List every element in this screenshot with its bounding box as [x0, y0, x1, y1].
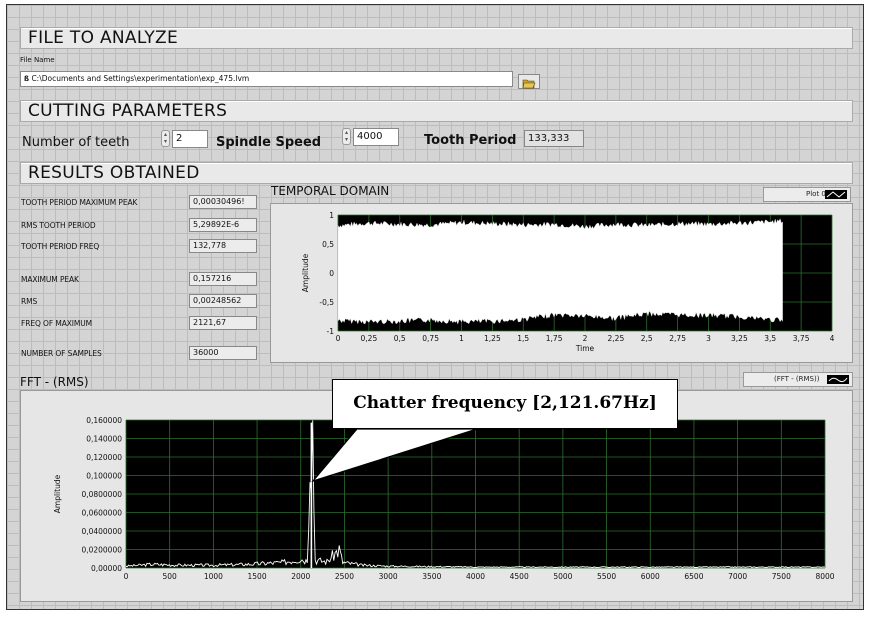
x-tick-label: 5000	[553, 572, 572, 581]
x-tick-label: 3500	[422, 572, 441, 581]
result-label: RMS TOOTH PERIOD	[21, 221, 96, 230]
labview-front-panel: FILE TO ANALYZE File Name ß C:\Documents…	[6, 4, 864, 610]
section-file-to-analyze: FILE TO ANALYZE	[20, 27, 853, 49]
x-tick-label: 0	[336, 334, 341, 343]
x-tick-label: 6500	[684, 572, 703, 581]
x-tick-label: 2000	[291, 572, 310, 581]
line-style-icon	[827, 375, 849, 384]
file-name-label: File Name	[20, 56, 55, 64]
y-tick-label: 0,120000	[86, 453, 122, 462]
x-tick-label: 2,75	[669, 334, 686, 343]
result-label: TOOTH PERIOD MAXIMUM PEAK	[21, 198, 138, 207]
x-tick-label: 3,75	[793, 334, 810, 343]
x-tick-label: 0,75	[422, 334, 439, 343]
y-axis-label: Amplitude	[53, 474, 62, 513]
x-tick-label: 4	[830, 334, 835, 343]
x-tick-label: 1000	[204, 572, 223, 581]
y-tick-label: 0,0400000	[81, 527, 122, 536]
result-label: TOOTH PERIOD FREQ	[21, 242, 100, 251]
result-label: MAXIMUM PEAK	[21, 275, 79, 284]
browse-button[interactable]	[518, 74, 540, 89]
fft-title: FFT - (RMS)	[20, 375, 89, 389]
y-tick-label: 0,100000	[86, 472, 122, 481]
section-cutting-parameters: CUTTING PARAMETERS	[20, 100, 853, 122]
x-tick-label: 1,75	[546, 334, 563, 343]
signal-envelope	[337, 218, 783, 325]
x-tick-label: 7500	[772, 572, 791, 581]
x-tick-label: 4000	[466, 572, 485, 581]
y-tick-label: 0,0800000	[81, 490, 122, 499]
y-tick-label: 0	[329, 269, 334, 278]
x-tick-label: 8000	[815, 572, 834, 581]
x-tick-label: 2,5	[641, 334, 653, 343]
x-tick-label: 3000	[379, 572, 398, 581]
x-tick-label: 0	[124, 572, 129, 581]
file-path-value: C:\Documents and Settings\experimentatio…	[31, 74, 250, 83]
spindle-speed-input[interactable]: 4000	[353, 128, 399, 146]
x-axis-label: Time	[575, 344, 595, 353]
tooth-period-label: Tooth Period	[424, 133, 517, 148]
result-label: FREQ OF MAXIMUM	[21, 319, 93, 328]
x-tick-label: 2500	[335, 572, 354, 581]
result-value: 36000	[189, 346, 257, 360]
y-axis-label: Amplitude	[301, 253, 310, 292]
x-tick-label: 2	[583, 334, 588, 343]
tooth-period-value: 133,333	[524, 130, 584, 147]
x-tick-label: 500	[163, 572, 178, 581]
folder-open-icon	[522, 79, 536, 89]
y-tick-label: 0,5	[322, 240, 334, 249]
chatter-frequency-callout: Chatter frequency [2,121.67Hz]	[332, 379, 678, 429]
number-of-teeth-label: Number of teeth	[22, 135, 130, 150]
result-label: RMS	[21, 297, 38, 306]
x-tick-label: 1	[459, 334, 464, 343]
y-tick-label: 0,0600000	[81, 509, 122, 518]
x-tick-label: 1,5	[517, 334, 529, 343]
section-results-obtained: RESULTS OBTAINED	[20, 162, 853, 184]
x-tick-label: 1500	[248, 572, 267, 581]
temporal-domain-chart: 0 0,25 0,5 0,75 1 1,25 1,5 1,75 2 2,25 2,5 2,75 3 3,2…	[301, 211, 835, 353]
y-tick-label: 1	[329, 211, 334, 220]
x-tick-label: 3,25	[731, 334, 748, 343]
result-value: 5,29892E-6	[189, 218, 257, 232]
teeth-increment-decrement[interactable]: ▴ ▾	[161, 130, 170, 147]
result-value: 0,00248562	[189, 294, 257, 308]
y-tick-label: -1	[327, 327, 335, 336]
y-tick-label: 0,00000	[91, 564, 122, 573]
x-tick-label: 3	[706, 334, 711, 343]
x-tick-label: 2,25	[608, 334, 625, 343]
temporal-domain-title: TEMPORAL DOMAIN	[271, 184, 390, 198]
y-tick-label: 0,140000	[86, 435, 122, 444]
temporal-legend[interactable]: Plot 0	[763, 187, 851, 202]
path-type-icon: ß	[24, 75, 30, 83]
x-tick-label: 0,5	[394, 334, 406, 343]
fft-legend-label: (FFT - (RMS))	[774, 375, 820, 383]
y-tick-label: 0,0200000	[81, 546, 122, 555]
x-tick-label: 6000	[641, 572, 660, 581]
spindle-speed-label: Spindle Speed	[216, 135, 322, 150]
callout-pointer	[311, 428, 478, 483]
result-value: 0,00030496!	[189, 195, 257, 209]
file-path-input[interactable]: ß C:\Documents and Settings\experimentat…	[20, 71, 513, 87]
number-of-teeth-input[interactable]: 2	[172, 130, 208, 148]
y-tick-label: 0,160000	[86, 416, 122, 425]
result-value: 0,157216	[189, 272, 257, 286]
line-style-icon	[825, 190, 847, 199]
x-tick-label: 5500	[597, 572, 616, 581]
x-tick-label: 7000	[728, 572, 747, 581]
result-value: 132,778	[189, 239, 257, 253]
x-tick-label: 3,5	[764, 334, 776, 343]
y-tick-label: -0,5	[319, 298, 334, 307]
speed-increment-decrement[interactable]: ▴ ▾	[342, 128, 351, 145]
x-tick-label: 0,25	[361, 334, 378, 343]
temporal-legend-label: Plot 0	[806, 190, 826, 198]
x-tick-label: 1,25	[484, 334, 501, 343]
x-tick-label: 4500	[510, 572, 529, 581]
result-value: 2121,67	[189, 316, 257, 330]
fft-legend[interactable]: (FFT - (RMS))	[743, 372, 853, 387]
result-label: NUMBER OF SAMPLES	[21, 349, 102, 358]
